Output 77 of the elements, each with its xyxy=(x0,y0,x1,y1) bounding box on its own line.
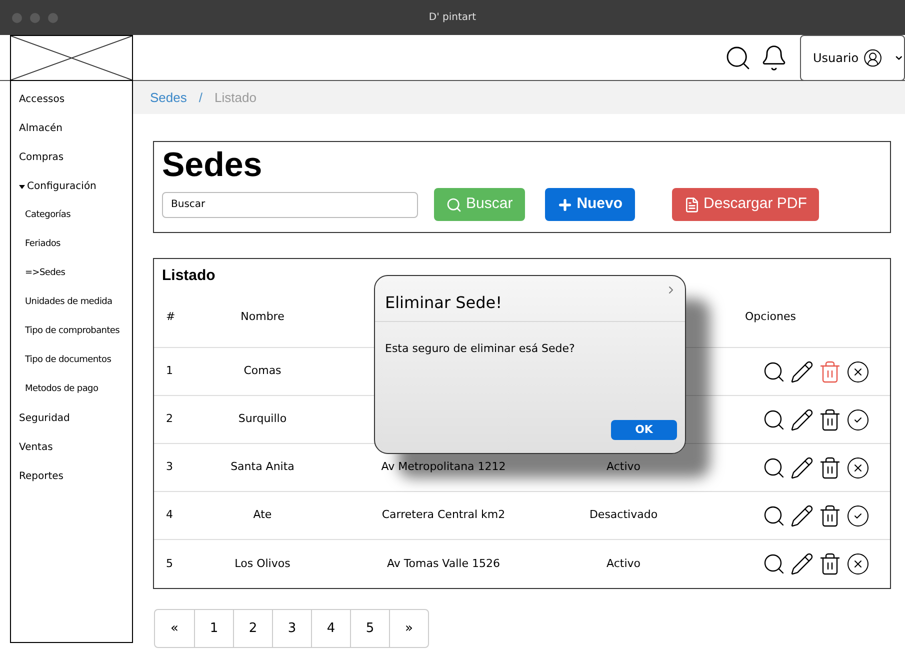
delete-icon[interactable] xyxy=(818,408,842,432)
table-cell-text: Santa Anita xyxy=(230,459,296,476)
sidebar-subitem[interactable]: Tipo de documentos xyxy=(11,346,132,375)
page-link[interactable]: 1 xyxy=(194,610,233,647)
page-link[interactable]: » xyxy=(389,610,428,647)
view-icon[interactable] xyxy=(762,360,786,384)
table-cell-text: 1 xyxy=(165,363,174,380)
view-icon[interactable] xyxy=(762,408,786,432)
edit-icon[interactable] xyxy=(790,552,814,576)
delete-icon[interactable] xyxy=(818,504,842,528)
sidebar-item[interactable]: Almacén xyxy=(11,114,132,143)
table-cell-text: Surquillo xyxy=(237,411,288,428)
table-cell-text: Carretera Central km2 xyxy=(380,507,506,524)
sidebar-item[interactable]: Reportes xyxy=(11,462,132,491)
user-menu[interactable]: Usuario xyxy=(800,34,905,80)
column-header: # xyxy=(165,308,176,325)
sidebar-item[interactable]: Seguridad xyxy=(11,404,132,433)
breadcrumb-separator: / xyxy=(198,88,202,107)
dialog-title: Eliminar Sede! xyxy=(375,276,685,322)
sidebar-item[interactable]: Compras xyxy=(11,143,132,172)
user-label: Usuario xyxy=(813,50,859,66)
activate-icon[interactable] xyxy=(846,504,870,528)
expanded-caret-icon xyxy=(19,184,25,188)
table-cell-text: Ate xyxy=(252,507,273,524)
sidebar-subitem[interactable]: Tipo de comprobantes xyxy=(11,317,132,346)
sidebar-subitem[interactable]: =>Sedes xyxy=(11,259,132,288)
edit-icon[interactable] xyxy=(790,504,814,528)
deactivate-icon[interactable] xyxy=(846,360,870,384)
sidebar-item[interactable]: Ventas xyxy=(11,433,132,462)
window-title: D' pintart xyxy=(428,11,476,25)
table-cell-text: Comas xyxy=(242,363,282,380)
notification-bell-icon[interactable] xyxy=(760,44,788,72)
page-link[interactable]: « xyxy=(155,610,194,647)
sidebar-item[interactable]: Accessos xyxy=(11,85,132,114)
sidebar-subitem[interactable]: Feriados xyxy=(11,230,132,259)
view-icon[interactable] xyxy=(762,504,786,528)
new-button[interactable]: Nuevo xyxy=(544,188,635,221)
deactivate-icon[interactable] xyxy=(846,456,870,480)
table-cell-text: Los Olivos xyxy=(234,556,292,572)
table-cell-text: Desactivado xyxy=(588,507,659,524)
sidebar-subitem[interactable]: Metodos de pago xyxy=(11,375,132,404)
sidebar-subitem[interactable]: Categorías xyxy=(11,201,132,230)
table-cell-text: Av Tomas Valle 1526 xyxy=(386,556,501,572)
view-icon[interactable] xyxy=(762,552,786,576)
table-cell-text: 4 xyxy=(165,507,174,524)
document-icon xyxy=(684,196,700,212)
table-title: Listado xyxy=(161,266,216,286)
column-header: Opciones xyxy=(744,308,797,325)
activate-icon[interactable] xyxy=(846,408,870,432)
page-link[interactable]: 3 xyxy=(272,610,311,647)
sidebar-item[interactable]: Configuración xyxy=(11,172,132,201)
table-cell-text: 3 xyxy=(165,459,174,476)
search-field[interactable]: Buscar xyxy=(162,192,418,218)
edit-icon[interactable] xyxy=(790,456,814,480)
download-pdf-button[interactable]: Descargar PDF xyxy=(672,188,819,221)
view-icon[interactable] xyxy=(762,456,786,480)
table-cell-text: Av Metropolitana 1212 xyxy=(380,459,507,476)
sidebar-subitem[interactable]: Unidades de medida xyxy=(11,288,132,317)
table-cell-text: 2 xyxy=(165,411,174,428)
edit-icon[interactable] xyxy=(790,408,814,432)
column-header: Nombre xyxy=(240,308,286,325)
delete-icon[interactable] xyxy=(818,552,842,576)
ok-button[interactable]: OK xyxy=(611,420,677,440)
table-cell-text: Activo xyxy=(606,459,642,476)
deactivate-icon[interactable] xyxy=(846,552,870,576)
page-link[interactable]: 4 xyxy=(311,610,350,647)
table-cell-text: Activo xyxy=(606,556,642,572)
plus-icon xyxy=(556,196,573,212)
edit-icon[interactable] xyxy=(790,360,814,384)
page-link[interactable]: 5 xyxy=(350,610,389,647)
page-title: Sedes xyxy=(162,146,264,184)
breadcrumb-current: Listado xyxy=(214,88,256,107)
delete-icon[interactable] xyxy=(818,456,842,480)
dialog-message: Esta seguro de eliminar esá Sede? xyxy=(384,341,576,357)
table-cell-text: 5 xyxy=(165,556,174,572)
search-icon xyxy=(446,196,462,212)
page-link[interactable]: 2 xyxy=(233,610,272,647)
